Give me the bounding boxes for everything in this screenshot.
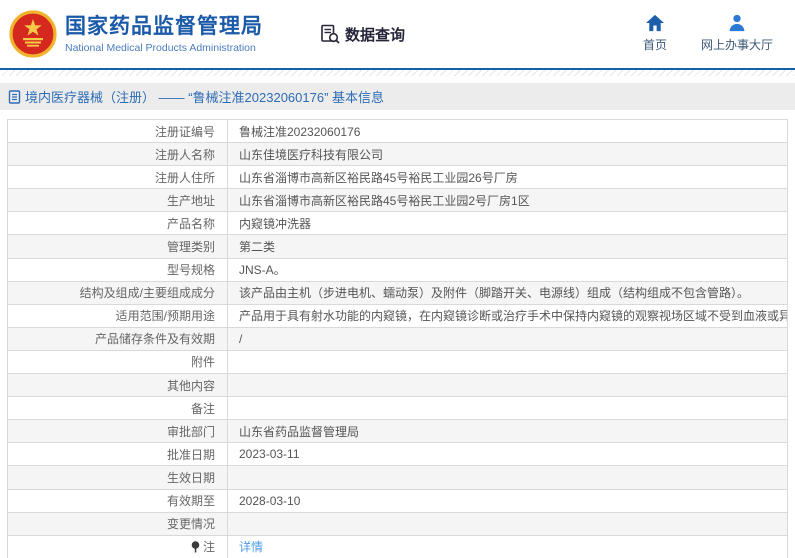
row-label: 注册人名称 — [8, 143, 228, 166]
row-value — [228, 351, 787, 373]
row-label: 注册人住所 — [8, 166, 228, 189]
row-label-text: 管理类别 — [166, 240, 215, 255]
table-row: 生效日期 — [8, 466, 787, 490]
row-label: 其他内容 — [8, 374, 228, 397]
row-label-text: 产品名称 — [166, 216, 215, 231]
row-value: 该产品由主机（步进电机、蠕动泵）及附件（脚踏开关、电源线）组成（结构组成不包含管… — [239, 286, 750, 301]
header: 国家药品监督管理局 National Medical Products Admi… — [0, 0, 795, 70]
org-name-cn: 国家药品监督管理局 — [65, 15, 263, 38]
row-label-text: 审批部门 — [166, 424, 215, 439]
row-label-text: 附件 — [190, 355, 215, 370]
row-label: 结构及组成/主要组成成分 — [8, 281, 228, 304]
row-label: 管理类别 — [8, 235, 228, 258]
row-value: 2023-03-11 — [239, 447, 300, 462]
home-icon — [645, 14, 664, 32]
row-label: 备注 — [8, 397, 228, 420]
row-label: 批准日期 — [8, 443, 228, 466]
row-label: 附件 — [8, 350, 228, 374]
table-row: 适用范围/预期用途 产品用于具有射水功能的内窥镜，在内窥镜诊断或治疗手术中保持内… — [8, 304, 787, 328]
table-row: 批准日期 2023-03-11 — [8, 443, 787, 467]
row-label: 型号规格 — [8, 258, 228, 281]
row-label: 注册证编号 — [8, 120, 228, 143]
table-row: 生产地址 山东省淄博市高新区裕民路45号裕民工业园2号厂房1区 — [8, 189, 787, 213]
table-row: 型号规格 JNS-A。 — [8, 258, 787, 282]
row-label: 产品储存条件及有效期 — [8, 327, 228, 350]
row-label-text: 生产地址 — [166, 193, 215, 208]
row-value — [228, 466, 787, 488]
header-right-nav: 首页 网上办事大厅 — [643, 14, 773, 53]
divider-hatch — [0, 70, 795, 76]
row-value: 详情 — [228, 536, 787, 558]
row-label: 注 — [8, 535, 228, 558]
nav-service-hall[interactable]: 网上办事大厅 — [701, 14, 773, 53]
nav-home[interactable]: 首页 — [643, 14, 667, 53]
row-label-text: 注册人住所 — [154, 170, 215, 185]
row-label-text: 适用范围/预期用途 — [115, 309, 215, 324]
info-table: 注册证编号 鲁械注准20232060176 注册人名称 山东佳境医疗科技有限公司… — [7, 119, 788, 558]
row-label-text: 备注 — [190, 401, 215, 416]
row-label: 适用范围/预期用途 — [8, 304, 228, 327]
row-label-text: 注册人名称 — [154, 147, 215, 162]
table-row: 结构及组成/主要组成成分 该产品由主机（步进电机、蠕动泵）及附件（脚踏开关、电源… — [8, 281, 787, 305]
table-row: 审批部门 山东省药品监督管理局 — [8, 420, 787, 444]
table-row: 有效期至 2028-03-10 — [8, 489, 787, 513]
row-label: 审批部门 — [8, 420, 228, 443]
row-label-text: 注册证编号 — [154, 124, 215, 139]
row-value: 山东佳境医疗科技有限公司 — [239, 147, 384, 162]
table-row: 产品储存条件及有效期 / — [8, 327, 787, 351]
row-value: 山东省淄博市高新区裕民路45号裕民工业园2号厂房1区 — [239, 193, 530, 208]
row-label: 生效日期 — [8, 466, 228, 489]
table-row: 其他内容 — [8, 374, 787, 398]
user-icon — [729, 14, 745, 32]
table-row: 注 详情 — [8, 535, 787, 558]
row-label: 产品名称 — [8, 212, 228, 235]
data-query-icon — [321, 24, 340, 44]
row-value: 鲁械注准20232060176 — [239, 124, 361, 139]
row-value — [228, 374, 787, 396]
document-icon — [8, 89, 21, 104]
row-value: 山东省淄博市高新区裕民路45号裕民工业园26号厂房 — [239, 170, 518, 185]
row-label: 生产地址 — [8, 189, 228, 212]
page-title: 境内医疗器械（注册） —— “鲁械注准20232060176” 基本信息 — [25, 90, 385, 105]
data-query-label: 数据查询 — [345, 26, 406, 44]
row-label-text: 生效日期 — [166, 470, 215, 485]
row-label: 变更情况 — [8, 512, 228, 535]
row-value: 2028-03-10 — [239, 493, 301, 508]
note-icon — [191, 540, 200, 553]
row-label-text: 注 — [202, 540, 215, 555]
breadcrumb: 境内医疗器械（注册） —— “鲁械注准20232060176” 基本信息 — [0, 83, 795, 110]
nav-service-hall-label: 网上办事大厅 — [700, 38, 773, 52]
row-label: 有效期至 — [8, 489, 228, 512]
table-row: 变更情况 — [8, 512, 787, 536]
table-row: 备注 — [8, 397, 787, 421]
row-value: 山东省药品监督管理局 — [239, 424, 360, 439]
table-row: 注册证编号 鲁械注准20232060176 — [8, 120, 787, 144]
table-row: 附件 — [8, 350, 787, 375]
row-value: 第二类 — [239, 240, 276, 255]
row-label-text: 批准日期 — [166, 447, 215, 462]
row-value — [228, 513, 787, 535]
row-label-text: 产品储存条件及有效期 — [94, 332, 215, 347]
row-value: 产品用于具有射水功能的内窥镜，在内窥镜诊断或治疗手术中保持内窥镜的观察视场区域不… — [239, 309, 787, 324]
table-row: 产品名称 内窥镜冲洗器 — [8, 212, 787, 236]
table-row: 注册人住所 山东省淄博市高新区裕民路45号裕民工业园26号厂房 — [8, 166, 787, 190]
national-emblem-logo — [9, 10, 57, 58]
row-label-text: 结构及组成/主要组成成分 — [79, 286, 215, 301]
row-value: / — [239, 331, 243, 346]
row-value: JNS-A。 — [239, 263, 286, 278]
org-name-en: National Medical Products Administration — [65, 42, 256, 54]
detail-link[interactable]: 详情 — [239, 538, 263, 555]
row-label-text: 有效期至 — [166, 494, 215, 509]
table-row: 注册人名称 山东佳境医疗科技有限公司 — [8, 143, 787, 167]
nav-data-query[interactable]: 数据查询 — [319, 23, 405, 45]
row-label-text: 其他内容 — [166, 378, 215, 393]
row-value: 内窥镜冲洗器 — [239, 216, 312, 231]
org-names: 国家药品监督管理局 National Medical Products Admi… — [65, 14, 263, 54]
row-value — [228, 397, 787, 419]
nav-home-label: 首页 — [642, 38, 667, 52]
table-row: 管理类别 第二类 — [8, 235, 787, 259]
row-label-text: 变更情况 — [166, 517, 215, 532]
row-label-text: 型号规格 — [166, 263, 215, 278]
